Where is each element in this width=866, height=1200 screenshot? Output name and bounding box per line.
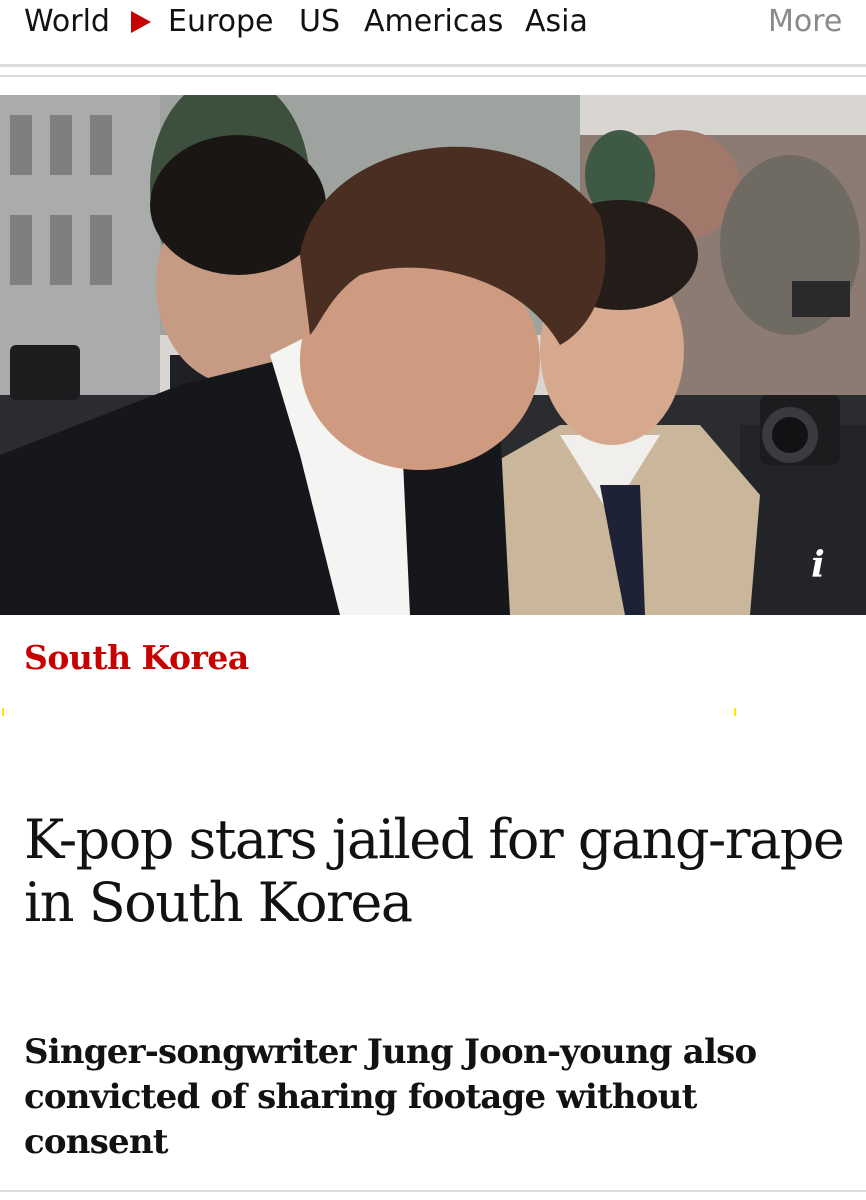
divider-marker xyxy=(2,708,4,716)
nav-divider-secondary xyxy=(0,75,866,77)
hero-photo: i xyxy=(0,95,866,615)
section-kicker-link[interactable]: South Korea xyxy=(24,636,249,680)
article-headline: K-pop stars jailed for gang-rape in Sout… xyxy=(24,808,845,934)
nav-item-us[interactable]: US xyxy=(299,2,340,42)
nav-item-asia[interactable]: Asia xyxy=(525,2,588,42)
nav-item-americas[interactable]: Americas xyxy=(364,2,503,42)
nav-item-europe[interactable]: Europe xyxy=(168,2,274,42)
nav-item-world[interactable]: World xyxy=(24,2,110,42)
hero-photo-illustration xyxy=(0,95,866,615)
divider-marker xyxy=(734,708,736,716)
section-divider xyxy=(0,1190,866,1192)
play-triangle-icon xyxy=(131,11,151,33)
nav-more-button[interactable]: More xyxy=(768,2,842,42)
info-icon[interactable]: i xyxy=(808,545,828,585)
nav-divider xyxy=(0,64,866,67)
article-standfirst: Singer-songwriter Jung Joon-young also c… xyxy=(24,1032,757,1162)
section-nav: World Europe US Americas Asia More xyxy=(0,0,866,64)
